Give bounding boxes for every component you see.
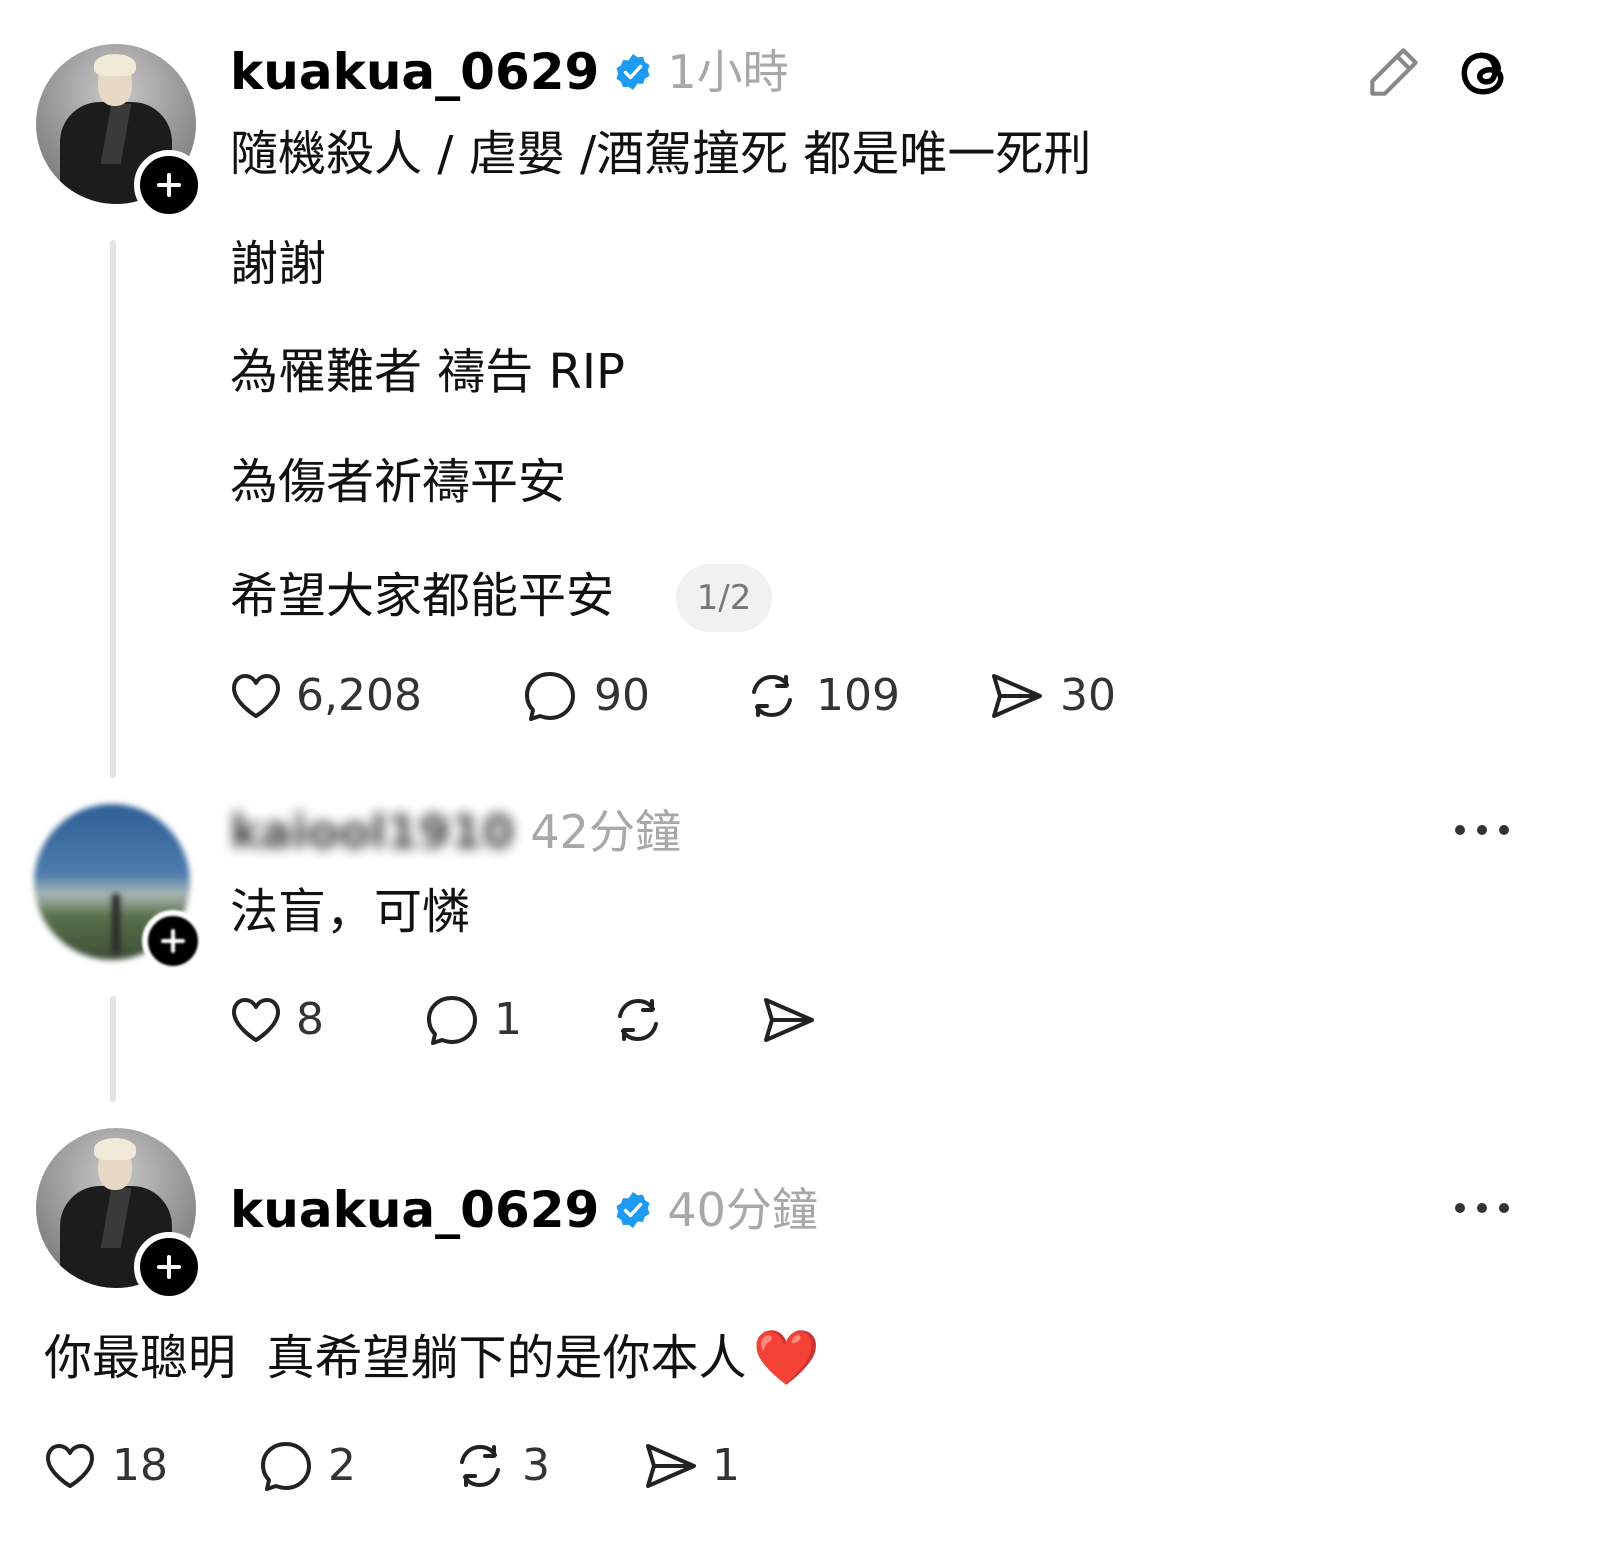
verified-icon	[616, 54, 650, 90]
page-indicator[interactable]: 1/2	[676, 564, 772, 632]
comment-icon	[525, 672, 575, 721]
comment-icon	[261, 1442, 311, 1491]
more-icon[interactable]	[1452, 820, 1512, 840]
heart-icon	[232, 998, 280, 1042]
comment-button[interactable]: 1	[422, 990, 522, 1050]
post-line: 為傷者祈禱平安	[230, 454, 567, 510]
edit-icon[interactable]	[1362, 42, 1424, 104]
reply-text: 法盲，可憐	[230, 884, 471, 940]
share-icon	[992, 674, 1042, 718]
avatar-figure-hair	[94, 54, 136, 76]
more-icon[interactable]	[1452, 1198, 1512, 1218]
repost-icon	[618, 999, 658, 1041]
comment-button[interactable]: 2	[256, 1436, 356, 1496]
repost-button[interactable]	[608, 990, 668, 1050]
share-icon	[646, 1444, 696, 1488]
threads-logo-icon[interactable]	[1450, 40, 1516, 106]
comment-icon	[427, 996, 477, 1045]
like-count: 18	[112, 1440, 168, 1491]
like-count: 6,208	[296, 670, 422, 721]
comment-count: 1	[494, 994, 522, 1045]
plus-icon	[157, 1255, 181, 1279]
share-button[interactable]: 30	[986, 666, 1116, 726]
repost-count: 109	[816, 670, 900, 721]
repost-button[interactable]: 109	[742, 666, 900, 726]
like-button[interactable]: 6,208	[226, 666, 422, 726]
like-button[interactable]: 18	[40, 1436, 168, 1496]
like-count: 8	[296, 994, 324, 1045]
avatar-photo-detail	[112, 894, 120, 954]
plus-icon	[161, 929, 185, 953]
username[interactable]: kuakua_0629	[230, 42, 599, 102]
follow-button[interactable]	[142, 910, 204, 972]
verified-icon	[616, 1192, 650, 1228]
heart-icon	[232, 674, 280, 718]
share-count: 30	[1060, 670, 1116, 721]
share-count: 1	[712, 1440, 740, 1491]
repost-button[interactable]: 3	[450, 1436, 550, 1496]
heart-icon	[46, 1444, 94, 1488]
share-button[interactable]	[758, 990, 818, 1050]
comment-count: 2	[328, 1440, 356, 1491]
username[interactable]: kuakua_0629	[230, 1180, 599, 1240]
comment-button[interactable]: 90	[520, 666, 650, 726]
repost-count: 3	[522, 1440, 550, 1491]
avatar-figure-hair	[94, 1138, 136, 1160]
share-button[interactable]: 1	[640, 1436, 740, 1496]
thread-line	[110, 996, 116, 1102]
follow-button[interactable]	[134, 1232, 204, 1302]
post-time: 1小時	[667, 45, 789, 99]
like-button[interactable]: 8	[226, 990, 324, 1050]
plus-icon	[157, 173, 181, 197]
repost-icon	[752, 675, 792, 717]
share-icon	[764, 998, 814, 1042]
repost-icon	[460, 1445, 500, 1487]
post-line: 希望大家都能平安	[230, 568, 615, 624]
thread-line	[110, 240, 116, 778]
comment-count: 90	[594, 670, 650, 721]
follow-button[interactable]	[134, 150, 204, 220]
reply2-time: 40分鐘	[667, 1183, 818, 1237]
reply2-text: 你最聰明 真希望躺下的是你本人	[44, 1330, 747, 1386]
post-line: 謝謝	[230, 236, 327, 292]
reply-time: 42分鐘	[530, 805, 681, 859]
post-line: 為罹難者 禱告 RIP	[230, 344, 625, 400]
username[interactable]: kaiool1910	[230, 802, 514, 862]
heart-emoji: ❤️	[752, 1326, 820, 1389]
post-line: 隨機殺人 / 虐嬰 /酒駕撞死 都是唯一死刑	[230, 126, 1092, 182]
